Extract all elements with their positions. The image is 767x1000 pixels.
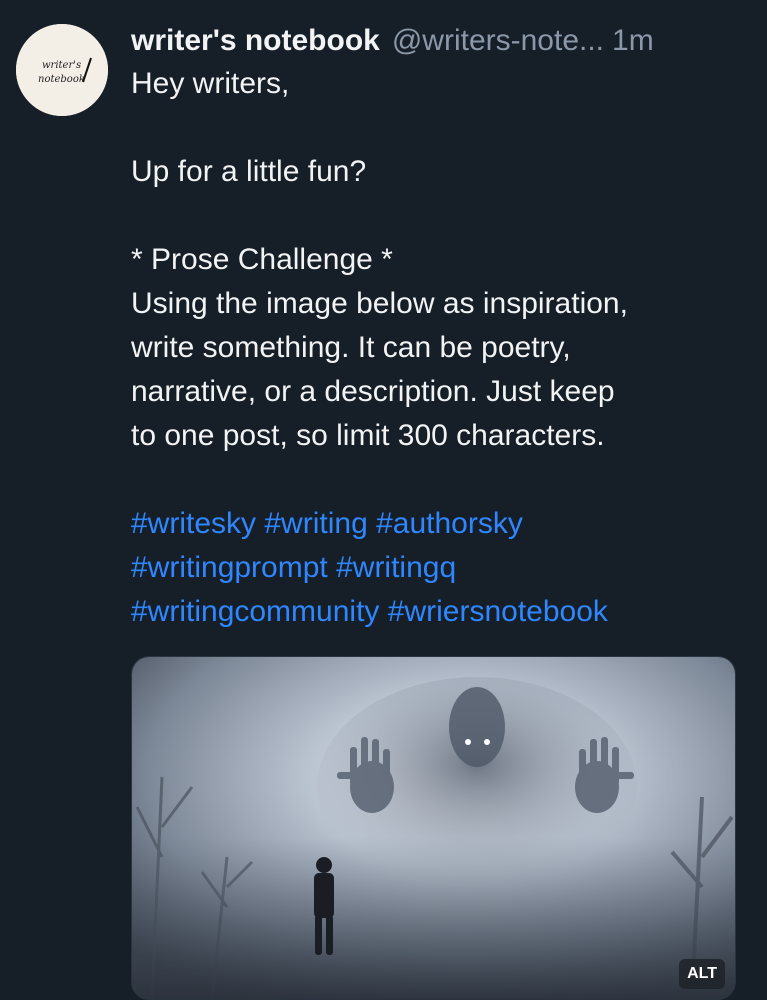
post-time[interactable]: 1m	[612, 20, 654, 62]
post: writer's notebook writer's notebook @wri…	[0, 0, 767, 1000]
alt-badge[interactable]: ALT	[679, 959, 725, 989]
body-line: Up for a little fun?	[131, 155, 367, 188]
avatar[interactable]: writer's notebook	[16, 24, 108, 116]
hashtag-link[interactable]: #writesky	[131, 507, 256, 540]
body-line: * Prose Challenge *	[131, 243, 393, 276]
hashtag-link[interactable]: #writingcommunity	[131, 595, 379, 628]
body-line: to one post, so limit 300 characters.	[131, 419, 605, 452]
hashtag-link[interactable]: #wriersnotebook	[388, 595, 608, 628]
body-line: Hey writers,	[131, 67, 290, 100]
hashtag-link[interactable]: #authorsky	[376, 507, 523, 540]
hashtag-row: #writingcommunity #wriersnotebook	[131, 590, 741, 634]
post-image[interactable]: ALT	[131, 656, 736, 1000]
avatar-text-line1: writer's	[42, 60, 81, 71]
author-handle[interactable]: @writers-note...	[392, 20, 604, 62]
post-content: writer's notebook @writers-note... 1m He…	[131, 20, 741, 634]
hashtag-row: #writingprompt #writingq	[131, 546, 741, 590]
body-line	[131, 106, 741, 150]
body-line	[131, 194, 741, 238]
hashtag-link[interactable]: #writing	[264, 507, 367, 540]
body-line: Using the image below as inspiration,	[131, 287, 628, 320]
body-line: write something. It can be poetry,	[131, 331, 571, 364]
hashtag-link[interactable]: #writingq	[336, 551, 456, 584]
hashtag-link[interactable]: #writingprompt	[131, 551, 328, 584]
post-header: writer's notebook @writers-note... 1m	[131, 20, 741, 62]
author-display-name[interactable]: writer's notebook	[131, 20, 380, 62]
avatar-text-line2: notebook	[38, 74, 85, 85]
post-body: Hey writers, Up for a little fun? * Pros…	[131, 62, 741, 634]
hashtag-row: #writesky #writing #authorsky	[131, 502, 741, 546]
body-line: narrative, or a description. Just keep	[131, 375, 615, 408]
foggy-forest-image	[132, 657, 735, 999]
hashtags: #writesky #writing #authorsky #writingpr…	[131, 502, 741, 634]
